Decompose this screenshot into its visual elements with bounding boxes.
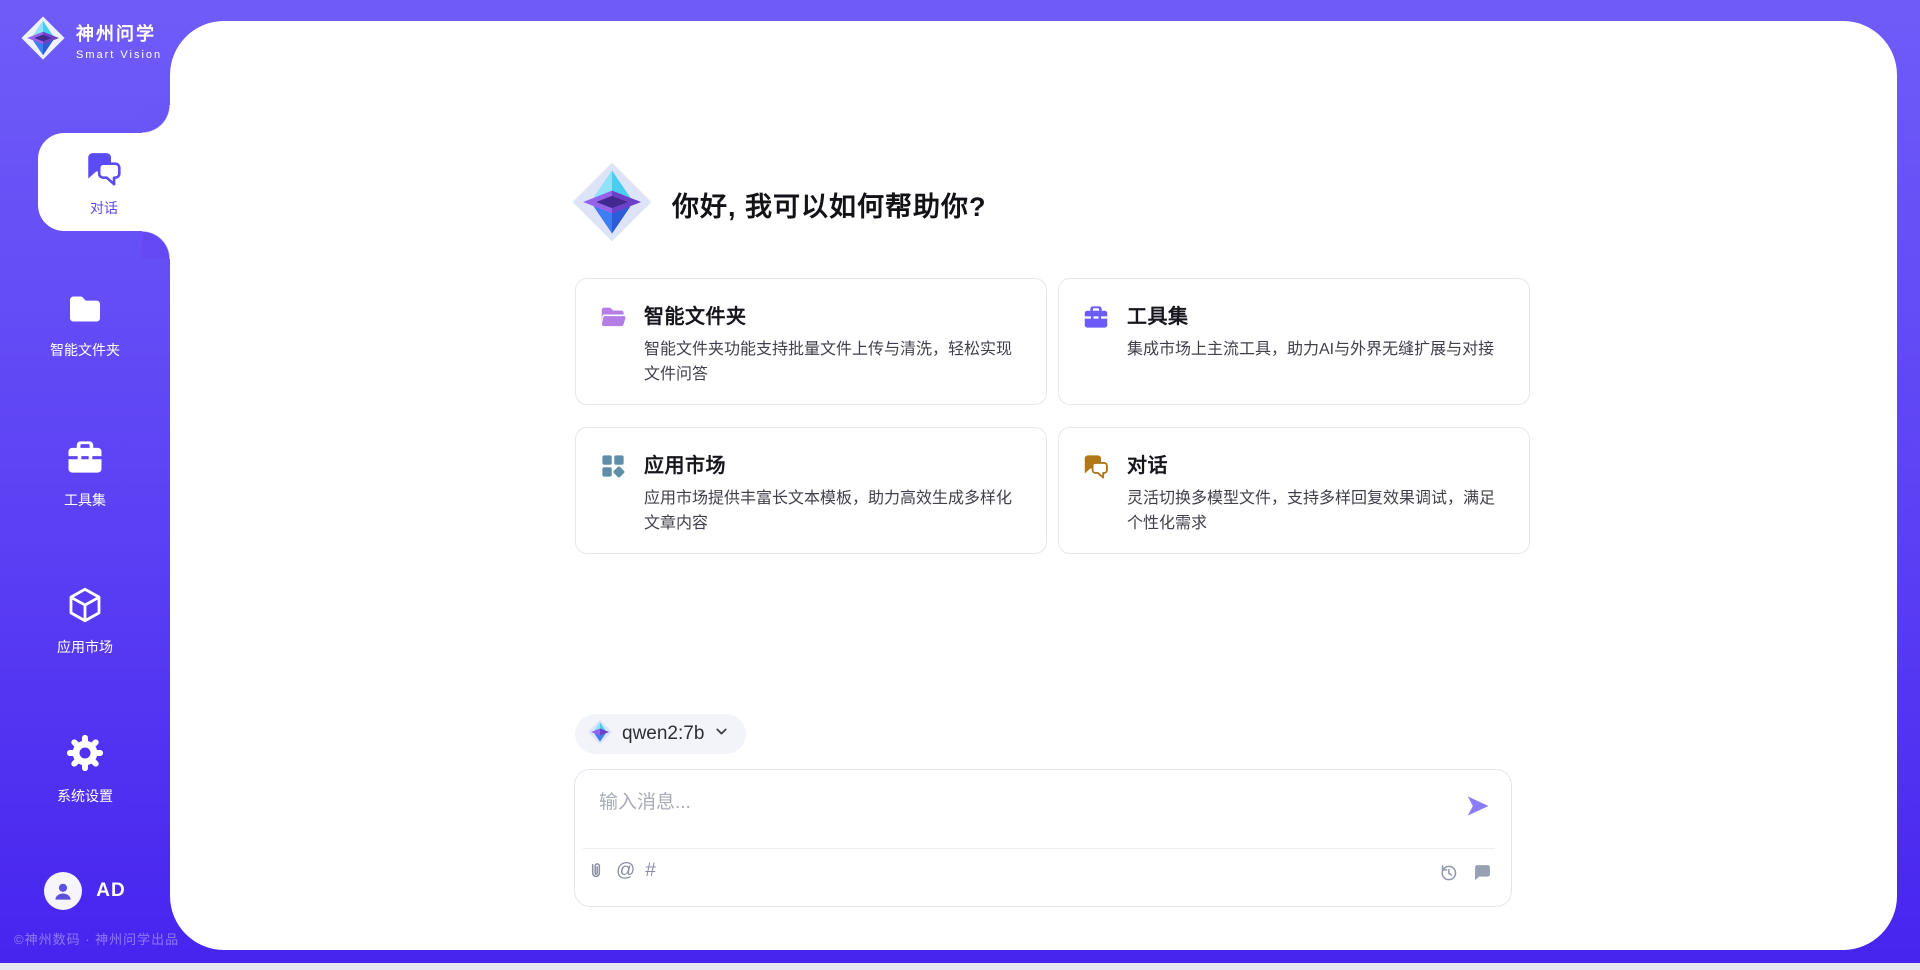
hash-icon: # xyxy=(645,860,656,882)
sidebar-item-settings[interactable]: 系统设置 xyxy=(0,727,170,809)
mention-button[interactable]: @ xyxy=(616,860,635,882)
model-selector[interactable]: qwen2:7b xyxy=(575,714,746,754)
card-description: 集成市场上主流工具，助力AI与外界无缝扩展与对接 xyxy=(1127,338,1494,363)
greeting: 你好, 我可以如何帮助你? xyxy=(570,160,987,249)
model-logo-icon xyxy=(587,719,613,750)
chat-bubbles-icon xyxy=(83,147,125,192)
sidebar-item-chat[interactable]: 对话 xyxy=(38,133,170,231)
user-account[interactable]: AD xyxy=(0,872,170,910)
sidebar-item-smart-folder[interactable]: 智能文件夹 xyxy=(0,283,170,365)
sidebar-item-label: 系统设置 xyxy=(57,786,113,806)
composer-tools-right xyxy=(1438,862,1493,883)
card-title: 工具集 xyxy=(1127,300,1494,329)
sidebar-item-label: 对话 xyxy=(90,198,118,218)
brand: 神州问学 Smart Vision xyxy=(20,15,162,66)
sidebar-item-label: 工具集 xyxy=(64,490,106,510)
history-button[interactable] xyxy=(1438,862,1459,883)
chevron-down-icon xyxy=(713,723,730,745)
brand-name: 神州问学 xyxy=(76,20,162,46)
brand-logo-icon xyxy=(20,15,66,66)
toolbox-icon xyxy=(63,435,107,482)
card-smart-folder[interactable]: 智能文件夹 智能文件夹功能支持批量文件上传与清洗，轻松实现文件问答 xyxy=(575,278,1047,405)
app-window: 神州问学 Smart Vision 对话 智能文件夹 xyxy=(0,0,1920,970)
attachment-icon xyxy=(586,860,606,882)
copyright-footer: ©神州数码 · 神州问学出品 xyxy=(14,929,179,948)
card-app-market[interactable]: 应用市场 应用市场提供丰富长文本模板，助力高效生成多样化文章内容 xyxy=(575,427,1047,554)
tab-fillet-bottom xyxy=(142,231,170,259)
avatar xyxy=(44,872,82,910)
sidebar-item-toolbox[interactable]: 工具集 xyxy=(0,431,170,513)
card-toolbox[interactable]: 工具集 集成市场上主流工具，助力AI与外界无缝扩展与对接 xyxy=(1058,278,1530,405)
chat-square-icon xyxy=(1472,862,1493,883)
brand-subtitle: Smart Vision xyxy=(76,49,162,61)
card-chat[interactable]: 对话 灵活切换多模型文件，支持多样回复效果调试，满足个性化需求 xyxy=(1058,427,1530,554)
composer-divider xyxy=(583,848,1495,849)
sidebar-item-label: 应用市场 xyxy=(57,637,113,657)
folder-open-icon xyxy=(598,300,630,386)
gear-icon xyxy=(63,731,107,778)
card-title: 对话 xyxy=(1127,449,1505,478)
card-description: 灵活切换多模型文件，支持多样回复效果调试，满足个性化需求 xyxy=(1127,487,1505,537)
chat-square-button[interactable] xyxy=(1472,862,1493,883)
attachment-button[interactable] xyxy=(586,860,606,882)
card-title: 应用市场 xyxy=(644,449,1022,478)
history-icon xyxy=(1438,862,1459,883)
greeting-title: 你好, 我可以如何帮助你? xyxy=(672,185,987,224)
send-button[interactable] xyxy=(1463,792,1493,822)
app-grid-icon xyxy=(598,449,630,535)
tab-fillet-top xyxy=(142,105,170,133)
greeting-logo-icon xyxy=(570,160,654,249)
sidebar-item-label: 智能文件夹 xyxy=(50,340,120,360)
card-description: 应用市场提供丰富长文本模板，助力高效生成多样化文章内容 xyxy=(644,487,1022,537)
user-avatar-icon xyxy=(50,878,76,904)
sidebar-item-app-market[interactable]: 应用市场 xyxy=(0,579,170,661)
mention-icon: @ xyxy=(616,860,635,882)
chat-bubbles-icon xyxy=(1081,449,1113,535)
feature-cards: 智能文件夹 智能文件夹功能支持批量文件上传与清洗，轻松实现文件问答 工具集 集成… xyxy=(575,278,1530,554)
model-name: qwen2:7b xyxy=(622,723,704,745)
card-title: 智能文件夹 xyxy=(644,300,1022,329)
card-description: 智能文件夹功能支持批量文件上传与清洗，轻松实现文件问答 xyxy=(644,338,1022,388)
folder-icon xyxy=(64,289,106,332)
message-composer: @ # xyxy=(574,769,1512,907)
user-initials: AD xyxy=(96,880,125,902)
toolbox-icon xyxy=(1081,300,1113,386)
bottom-edge xyxy=(0,963,1920,970)
composer-tools-left: @ # xyxy=(586,860,656,882)
hash-button[interactable]: # xyxy=(645,860,656,882)
message-input[interactable] xyxy=(599,786,1379,820)
send-icon xyxy=(1464,792,1492,820)
cube-icon xyxy=(64,584,106,629)
